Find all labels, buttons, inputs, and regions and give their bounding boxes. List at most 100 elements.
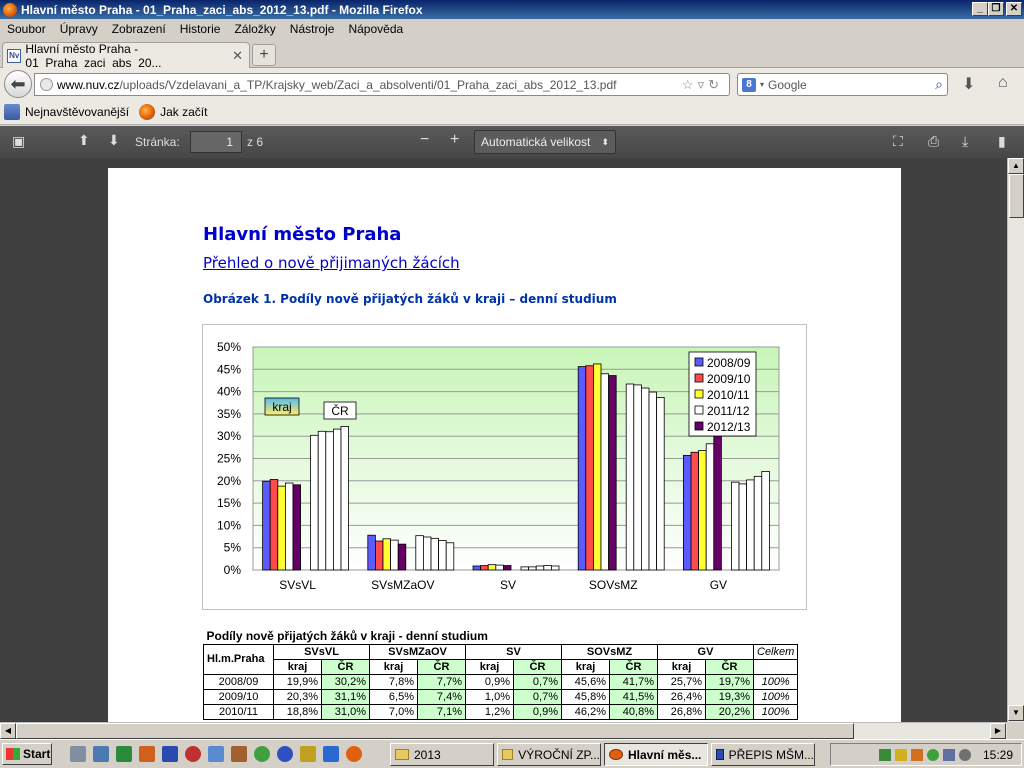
quicklaunch-media-icon[interactable] [231, 746, 247, 762]
table-row: 2008/09 19,9% 30,2% 7,8% 7,7% 0,9% 0,7% 45,6% 41… [203, 673, 799, 690]
y-tick-label: 0% [224, 563, 242, 577]
pdf-viewer[interactable]: Hlavní město Praha Přehled o nově přijim… [0, 158, 1007, 722]
window-titlebar[interactable]: Hlavní město Praha - 01_Praha_zaci_abs_2… [0, 0, 1024, 19]
search-icon[interactable]: ⌕ [935, 76, 943, 93]
maximize-button[interactable]: ❐ [988, 2, 1004, 16]
bar-kraj [480, 565, 489, 571]
quicklaunch-tool-icon[interactable] [208, 746, 224, 762]
bar-kraj [277, 485, 286, 571]
chart-container: 0% 5% 10% 15% 20% 25% 30% 35% 40% 45% 50% SVsVL SVsM… [202, 324, 807, 610]
previous-page-icon[interactable]: ⬆ [78, 132, 90, 149]
task-label: 2013 [414, 747, 441, 762]
zoom-in-icon[interactable]: + [450, 131, 459, 149]
menu-napoveda[interactable]: Nápověda [341, 22, 410, 36]
quicklaunch-excel-icon[interactable] [116, 746, 132, 762]
menu-upravy[interactable]: Úpravy [53, 22, 105, 36]
start-button[interactable]: Start [2, 743, 52, 765]
bookmarks-toolbar: Nejnavštěvovanější Jak začít [0, 100, 1024, 125]
zoom-select[interactable]: Automatická velikost ⬍ [474, 130, 616, 154]
task-folder-2013[interactable]: 2013 [390, 743, 494, 766]
minimize-button[interactable]: _ [972, 2, 988, 16]
bookmark-icon[interactable]: ▮ [998, 133, 1006, 150]
menu-zobrazeni[interactable]: Zobrazení [105, 22, 173, 36]
fullscreen-icon[interactable]: ⛶ [893, 133, 903, 150]
bar-cr [438, 540, 447, 571]
hscroll-thumb[interactable] [16, 723, 854, 739]
url-bar[interactable]: www.nuv.cz/uploads/Vzdelavani_a_TP/Krajs… [34, 73, 730, 96]
task-word[interactable]: PŘEPIS MŠM... [711, 743, 815, 766]
quicklaunch-player-icon[interactable] [277, 746, 293, 762]
menu-zalozky[interactable]: Záložky [227, 22, 282, 36]
menu-soubor[interactable]: Soubor [0, 22, 53, 36]
document-subtitle: Přehled o nově přijimaných žácích [203, 254, 460, 272]
scroll-down-icon[interactable]: ▼ [1008, 705, 1024, 721]
table-cell: 20,2% [705, 703, 754, 720]
engine-dropdown-icon[interactable]: ▾ [760, 80, 764, 89]
cr-label: ČR [331, 403, 349, 418]
print-icon[interactable]: ⎙ [928, 133, 939, 150]
tray-app-icon[interactable] [910, 748, 923, 761]
bookmark-star-icon[interactable]: ☆▿↻ [682, 77, 723, 93]
navigation-bar: ⬅ www.nuv.cz/uploads/Vzdelavani_a_TP/Kra… [0, 68, 1024, 100]
back-button[interactable]: ⬅ [4, 70, 32, 98]
table-cell: 19,3% [705, 688, 754, 705]
quicklaunch-ie-icon[interactable] [323, 746, 339, 762]
next-page-icon[interactable]: ⬇ [108, 132, 120, 149]
downloads-icon[interactable]: ⬇ [962, 74, 975, 94]
menu-historie[interactable]: Historie [173, 22, 228, 36]
bar-kraj [585, 365, 594, 571]
bar-kraj [285, 482, 294, 571]
quicklaunch-powerpoint-icon[interactable] [139, 746, 155, 762]
y-tick-label: 50% [217, 340, 241, 354]
google-icon[interactable]: 8 [742, 77, 756, 92]
task-folder-vyrocni[interactable]: VÝROČNÍ ZP... [497, 743, 601, 766]
quicklaunch-desktop-icon[interactable] [70, 746, 86, 762]
bar-chart: 0% 5% 10% 15% 20% 25% 30% 35% 40% 45% 50% SVsVL SVsM… [217, 340, 780, 592]
scroll-thumb[interactable] [1009, 174, 1024, 218]
url-path: /uploads/Vzdelavani_a_TP/Krajsky_web/Zac… [119, 77, 617, 92]
quicklaunch-notes-icon[interactable] [300, 746, 316, 762]
task-firefox[interactable]: Hlavní měs... [604, 743, 708, 766]
legend-label: 2008/09 [707, 356, 751, 370]
tray-network-icon[interactable] [878, 748, 891, 761]
legend-swatch [694, 357, 704, 367]
quicklaunch-word-icon[interactable] [162, 746, 178, 762]
tab-close-icon[interactable]: ✕ [232, 48, 243, 64]
table-total-header: Celkem [752, 643, 799, 660]
table-row: 2010/11 18,8% 31,0% 7,0% 7,1% 1,2% 0,9% 46,2% 40… [203, 703, 799, 720]
scroll-left-icon[interactable]: ◀ [0, 723, 16, 739]
menu-nastroje[interactable]: Nástroje [283, 22, 342, 36]
tray-volume-icon[interactable] [942, 748, 955, 761]
scroll-up-icon[interactable]: ▲ [1008, 158, 1024, 174]
pdf-page: Hlavní město Praha Přehled o nově přijim… [108, 168, 901, 722]
vertical-scrollbar[interactable]: ▲ ▼ [1007, 158, 1024, 722]
close-button[interactable]: ✕ [1006, 2, 1022, 16]
quicklaunch-firefox-icon[interactable] [346, 746, 362, 762]
zoom-out-icon[interactable]: − [420, 131, 429, 149]
bookmark-label: Nejnavštěvovanější [25, 105, 130, 119]
bookmark-getting-started[interactable]: Jak začít [139, 104, 207, 120]
bookmark-most-visited[interactable]: Nejnavštěvovanější [4, 104, 129, 120]
download-icon[interactable]: ⤓ [962, 133, 968, 150]
table-cell: 26,4% [657, 688, 706, 705]
home-icon[interactable]: ⌂ [998, 74, 1008, 92]
sidebar-toggle-icon[interactable]: ▣ [12, 133, 25, 150]
table-group-header: SV [465, 643, 562, 660]
document-title: Hlavní město Praha [203, 224, 402, 245]
search-box[interactable]: 8 ▾ Google ⌕ [737, 73, 948, 96]
new-tab-button[interactable]: + [252, 44, 276, 66]
scroll-right-icon[interactable]: ▶ [990, 723, 1006, 739]
table-cell: 45,8% [561, 688, 610, 705]
quicklaunch-globe-icon[interactable] [254, 746, 270, 762]
y-tick-label: 5% [224, 541, 242, 555]
horizontal-scrollbar[interactable]: ◀ ▶ [0, 722, 1007, 739]
tray-misc-icon[interactable] [958, 748, 971, 761]
quicklaunch-explorer-icon[interactable] [93, 746, 109, 762]
bar-cr [535, 565, 545, 571]
y-tick-label: 10% [217, 518, 241, 532]
tray-status-icon[interactable] [926, 748, 939, 761]
page-number-input[interactable]: 1 [190, 131, 242, 153]
quicklaunch-app-icon[interactable] [185, 746, 201, 762]
tab-active[interactable]: Nv Hlavní město Praha - 01_Praha_zaci_ab… [2, 42, 250, 70]
tray-shield-icon[interactable] [894, 748, 907, 761]
